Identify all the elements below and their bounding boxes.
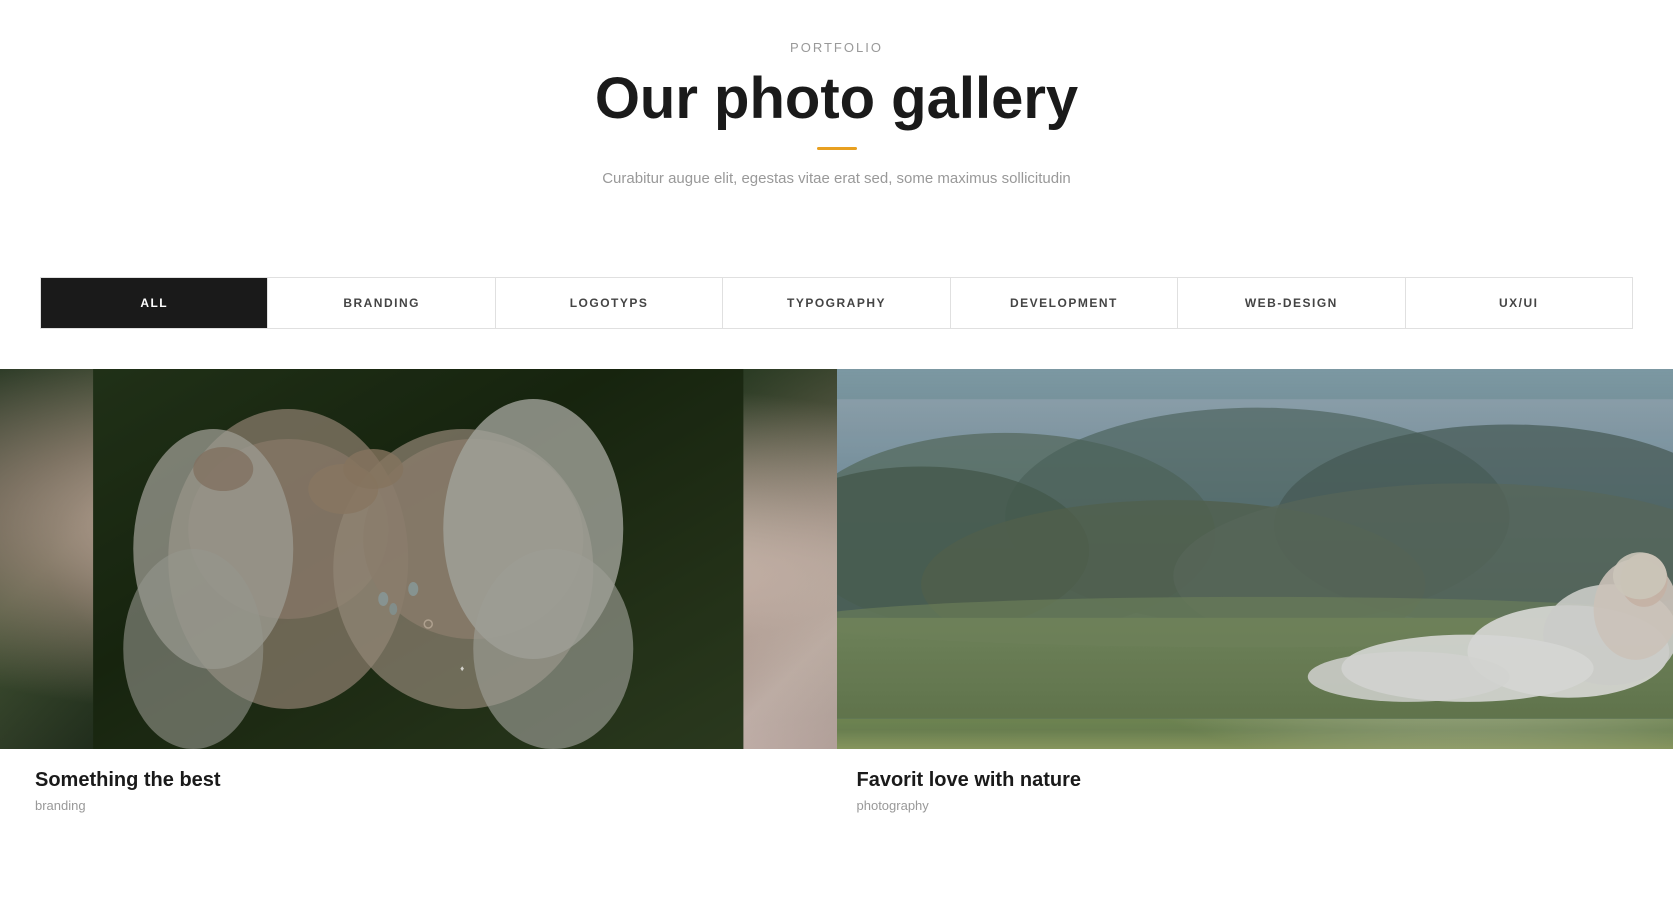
filter-tabs: ALL BRANDING LOGOTYPS TYPOGRAPHY DEVELOP… xyxy=(40,277,1633,329)
gallery-image-1 xyxy=(0,369,837,749)
gallery-item-2[interactable]: Favorit love with nature photography xyxy=(837,369,1673,829)
gallery-title-2: Favorit love with nature xyxy=(857,769,1673,792)
gallery-category-2: photography xyxy=(857,798,1673,813)
filter-tab-development[interactable]: DEVELOPMENT xyxy=(951,278,1178,328)
gallery-caption-1: Something the best branding xyxy=(0,749,837,829)
gallery-grid: Something the best branding xyxy=(0,369,1673,829)
gallery-title-1: Something the best xyxy=(35,769,837,792)
filter-tab-ux-ui[interactable]: UX/UI xyxy=(1406,278,1632,328)
subtitle-text: Curabitur augue elit, egestas vitae erat… xyxy=(20,170,1653,187)
filter-tab-web-design[interactable]: WEB-DESIGN xyxy=(1178,278,1405,328)
gallery-image-2 xyxy=(837,369,1673,749)
title-divider xyxy=(817,147,857,150)
page-wrapper: PORTFOLIO Our photo gallery Curabitur au… xyxy=(0,0,1673,829)
gallery-category-1: branding xyxy=(35,798,837,813)
filter-tab-logotyps[interactable]: LOGOTYPS xyxy=(496,278,723,328)
gallery-caption-2: Favorit love with nature photography xyxy=(837,749,1673,829)
header-section: PORTFOLIO Our photo gallery Curabitur au… xyxy=(0,0,1673,257)
filter-tab-typography[interactable]: TYPOGRAPHY xyxy=(723,278,950,328)
gallery-item-1[interactable]: Something the best branding xyxy=(0,369,837,829)
filter-tab-branding[interactable]: BRANDING xyxy=(268,278,495,328)
page-title: Our photo gallery xyxy=(20,67,1653,131)
portfolio-label: PORTFOLIO xyxy=(20,40,1653,55)
filter-tab-all[interactable]: ALL xyxy=(41,278,268,328)
